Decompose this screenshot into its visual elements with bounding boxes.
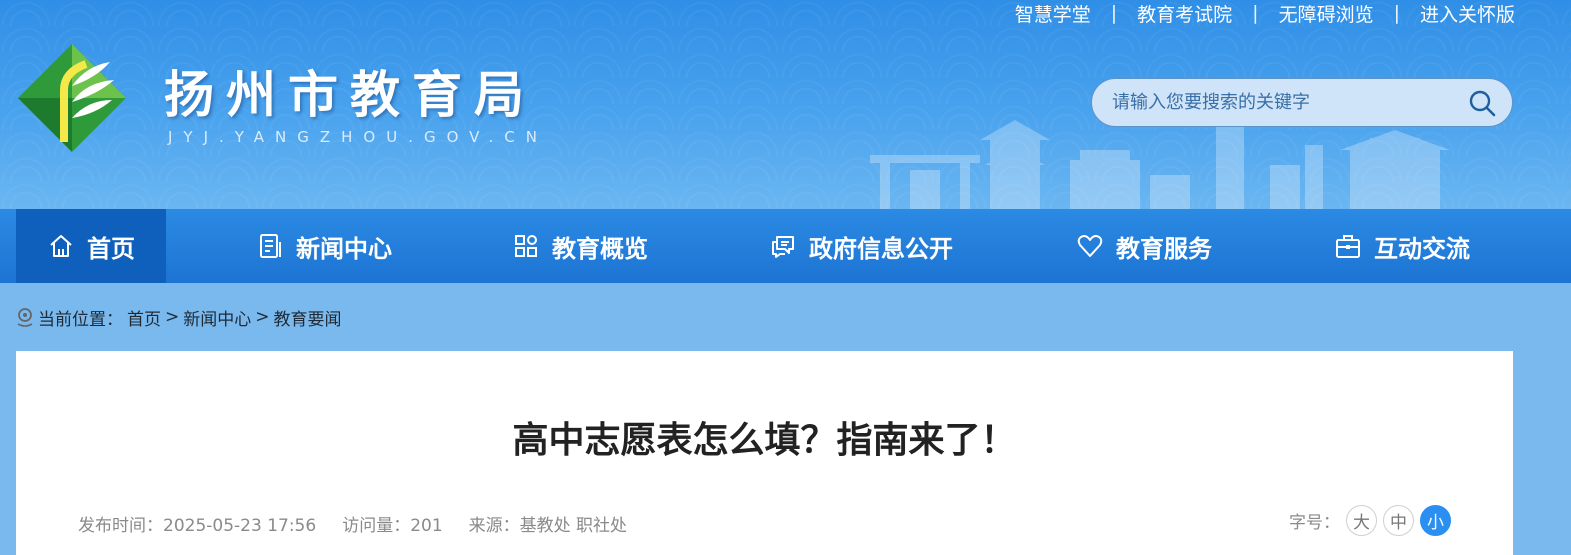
top-link-care-version[interactable]: 进入关怀版 [1420, 0, 1515, 27]
search-box [1091, 78, 1513, 127]
top-links: 智慧学堂 | 教育考试院 | 无障碍浏览 | 进入关怀版 [1015, 0, 1515, 26]
nav-item-interaction[interactable]: 互动交流 [1334, 209, 1470, 283]
grid-icon [515, 235, 537, 257]
font-size-medium-button[interactable]: 中 [1383, 505, 1414, 536]
nav-item-education-services[interactable]: 教育服务 [1076, 209, 1212, 283]
heart-icon [1077, 235, 1103, 257]
nav-item-label: 新闻中心 [296, 234, 392, 263]
location-pin-icon [17, 308, 33, 327]
top-link-separator: | [1110, 2, 1118, 24]
nav-item-label: 教育概览 [552, 234, 648, 263]
font-size-large-button[interactable]: 大 [1346, 505, 1377, 536]
top-link-separator: | [1393, 2, 1400, 24]
nav-item-news-center[interactable]: 新闻中心 [256, 209, 392, 283]
nav-item-label: 教育服务 [1116, 234, 1212, 263]
breadcrumb-separator: > [165, 307, 180, 327]
top-link-accessible-browsing[interactable]: 无障碍浏览 [1279, 0, 1374, 27]
font-size-small-button[interactable]: 小 [1420, 505, 1451, 536]
top-link-smart-classroom[interactable]: 智慧学堂 [1015, 0, 1091, 27]
font-size-selector: 字号： 大 中 小 [1289, 505, 1451, 536]
document-icon [260, 234, 281, 258]
article-panel: 高中志愿表怎么填？指南来了！ 发布时间：2025-05-23 17:56 访问量… [16, 351, 1513, 555]
nav-item-government-info[interactable]: 政府信息公开 [769, 209, 953, 283]
font-size-label: 字号： [1289, 513, 1340, 533]
nav-item-label: 政府信息公开 [809, 234, 953, 263]
search-input[interactable] [1112, 79, 1452, 126]
breadcrumb-prefix: 当前位置： [38, 309, 123, 330]
breadcrumb-news-center[interactable]: 新闻中心 [183, 305, 251, 330]
nav-item-home[interactable]: 首页 [16, 209, 166, 283]
nav-item-education-overview[interactable]: 教育概览 [512, 209, 648, 283]
article-source: 来源：基教处 职社处 [468, 516, 628, 536]
chat-icon [772, 236, 794, 258]
article-title: 高中志愿表怎么填？指南来了！ [512, 420, 1017, 461]
search-icon[interactable] [1468, 89, 1496, 117]
nav-item-label: 首页 [87, 234, 135, 263]
site-header: 智慧学堂 | 教育考试院 | 无障碍浏览 | 进入关怀版 扬州市教育局 JYJ.… [0, 0, 1571, 209]
main-nav: 首页 新闻中心 教育概览 政府信息公开 教育服务 互动交流 [0, 209, 1571, 283]
top-link-separator: | [1252, 2, 1259, 24]
article-meta: 发布时间：2025-05-23 17:56 访问量：201 来源：基教处 职社处 [78, 511, 627, 536]
breadcrumb-separator: > [255, 307, 270, 327]
home-icon [50, 235, 72, 257]
breadcrumb-education-news[interactable]: 教育要闻 [274, 305, 342, 330]
breadcrumb-home[interactable]: 首页 [127, 305, 161, 330]
view-count: 访问量：201 [342, 516, 443, 536]
nav-item-label: 互动交流 [1374, 234, 1470, 263]
breadcrumb: 当前位置： 首页 > 新闻中心 > 教育要闻 [16, 305, 342, 330]
briefcase-icon [1336, 235, 1360, 258]
publish-time: 发布时间：2025-05-23 17:56 [78, 516, 317, 536]
bureau-logo-icon[interactable] [16, 42, 128, 154]
site-domain: JYJ.YANGZHOU.GOV.CN [168, 128, 548, 146]
site-title: 扬州市教育局 [164, 65, 536, 124]
top-link-exam-institute[interactable]: 教育考试院 [1137, 0, 1232, 27]
